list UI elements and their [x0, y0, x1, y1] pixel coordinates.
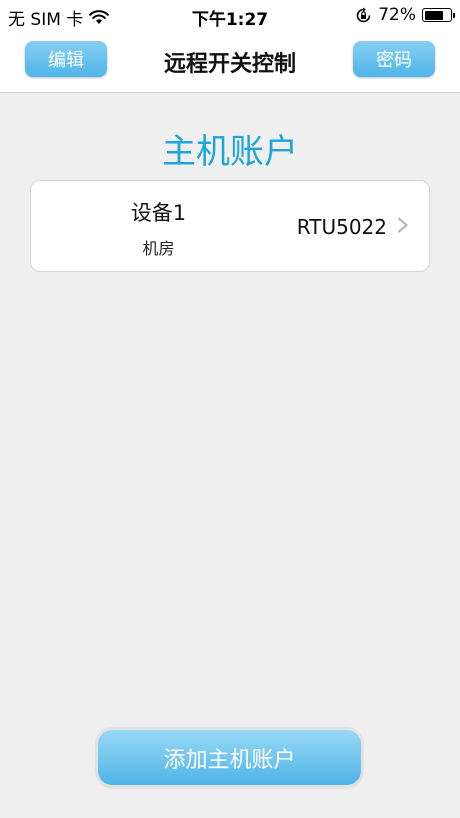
battery-percent: 72% — [378, 5, 416, 25]
add-host-account-button[interactable]: 添加主机账户 — [98, 730, 361, 785]
rotation-lock-icon — [356, 7, 371, 22]
battery-tip — [452, 13, 455, 18]
battery-fill — [424, 10, 443, 20]
device-model: RTU5022 — [296, 215, 387, 239]
status-right: 72% — [355, 5, 455, 25]
password-button[interactable]: 密码 — [353, 41, 435, 77]
battery-icon — [422, 8, 455, 22]
device-location: 机房 — [142, 239, 175, 258]
section-title: 主机账户 — [162, 132, 298, 172]
device-name: 设备1 — [130, 201, 187, 225]
status-bar: 无 SIM 卡 下午1:27 72% — [0, 0, 460, 30]
nav-bar: 编辑 远程开关控制 密码 — [0, 30, 460, 93]
device-list-item[interactable]: 设备1 机房 RTU5022 — [30, 180, 430, 272]
chevron-right-icon — [397, 217, 408, 233]
